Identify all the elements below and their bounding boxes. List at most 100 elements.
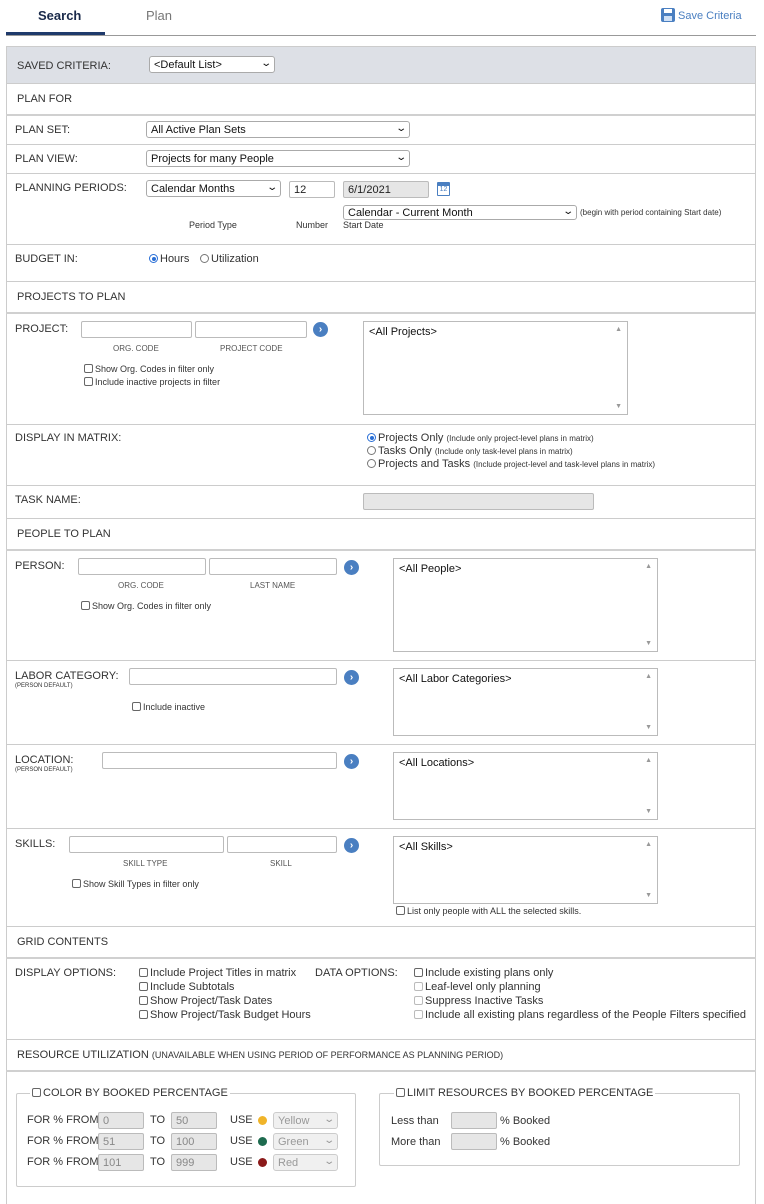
display-options-label: DISPLAY OPTIONS: bbox=[15, 967, 117, 979]
labor-search-arrow-icon[interactable]: › bbox=[344, 670, 359, 685]
projects-list[interactable]: <All Projects> ▲ ▼ bbox=[363, 321, 628, 415]
start-date-caption: Start Date bbox=[343, 220, 384, 230]
task-name-input[interactable] bbox=[363, 493, 594, 510]
labor-category-label: LABOR CATEGORY: bbox=[15, 670, 119, 682]
include-project-titles-checkbox[interactable]: Include Project Titles in matrix bbox=[139, 967, 296, 979]
person-org-code-caption: ORG. CODE bbox=[118, 581, 164, 590]
include-all-existing-plans-checkbox[interactable]: Include all existing plans regardless of… bbox=[414, 1009, 746, 1021]
row3-to-label: TO bbox=[150, 1156, 166, 1168]
tab-plan[interactable]: Plan bbox=[146, 8, 172, 23]
plan-for-header: PLAN FOR bbox=[17, 93, 73, 105]
show-task-dates-checkbox[interactable]: Show Project/Task Dates bbox=[139, 995, 272, 1007]
plan-set-select[interactable]: All Active Plan Sets ⌄ bbox=[146, 121, 410, 138]
leaf-level-planning-checkbox[interactable]: Leaf-level only planning bbox=[414, 981, 541, 993]
locations-list[interactable]: <All Locations> ▲ ▼ bbox=[393, 752, 658, 820]
row1-from-input[interactable]: 0 bbox=[98, 1112, 144, 1129]
include-subtotals-checkbox[interactable]: Include Subtotals bbox=[139, 981, 234, 993]
skill-caption: SKILL bbox=[270, 859, 292, 868]
row1-color-select[interactable]: Yellow ⌄ bbox=[273, 1112, 338, 1129]
projects-only-radio[interactable]: Projects Only (Include only project-leve… bbox=[367, 432, 594, 444]
row2-from-input[interactable]: 51 bbox=[98, 1133, 144, 1150]
existing-plans-only-checkbox[interactable]: Include existing plans only bbox=[414, 967, 553, 979]
row3-to-input[interactable]: 999 bbox=[171, 1154, 217, 1171]
less-than-label: Less than bbox=[391, 1115, 439, 1127]
project-org-code-input[interactable] bbox=[81, 321, 192, 338]
start-date-input[interactable]: 6/1/2021 bbox=[343, 181, 429, 198]
person-org-code-input[interactable] bbox=[78, 558, 206, 575]
show-org-codes-checkbox[interactable]: Show Org. Codes in filter only bbox=[84, 364, 214, 374]
tab-search[interactable]: Search bbox=[38, 8, 81, 23]
labor-person-default-caption: (PERSON DEFAULT) bbox=[15, 683, 73, 689]
period-number-input[interactable]: 12 bbox=[289, 181, 335, 198]
budget-utilization-radio[interactable]: Utilization bbox=[200, 253, 259, 265]
show-skill-types-checkbox[interactable]: Show Skill Types in filter only bbox=[72, 879, 199, 889]
budget-in-label: BUDGET IN: bbox=[15, 253, 78, 265]
row2-to-input[interactable]: 100 bbox=[171, 1133, 217, 1150]
skills-search-arrow-icon[interactable]: › bbox=[344, 838, 359, 853]
person-last-name-input[interactable] bbox=[209, 558, 337, 575]
plan-set-label: PLAN SET: bbox=[15, 124, 71, 136]
list-all-skills-checkbox[interactable]: List only people with ALL the selected s… bbox=[396, 906, 581, 916]
row2-use-label: USE bbox=[230, 1135, 253, 1147]
row3-from-input[interactable]: 101 bbox=[98, 1154, 144, 1171]
less-than-booked-label: % Booked bbox=[500, 1115, 551, 1127]
row2-color-select[interactable]: Green ⌄ bbox=[273, 1133, 338, 1150]
saved-criteria-label: SAVED CRITERIA: bbox=[17, 60, 111, 72]
labor-include-inactive-checkbox[interactable]: Include inactive bbox=[132, 702, 205, 712]
data-options-label: DATA OPTIONS: bbox=[315, 967, 398, 979]
row2-for-label: FOR % FROM bbox=[27, 1135, 99, 1147]
person-show-org-codes-checkbox[interactable]: Show Org. Codes in filter only bbox=[81, 601, 211, 611]
skill-type-input[interactable] bbox=[69, 836, 224, 853]
period-type-select[interactable]: Calendar Months ⌄ bbox=[146, 180, 281, 197]
labor-categories-list[interactable]: <All Labor Categories> ▲ ▼ bbox=[393, 668, 658, 736]
skill-input[interactable] bbox=[227, 836, 337, 853]
row3-use-label: USE bbox=[230, 1156, 253, 1168]
people-list[interactable]: <All People> ▲ ▼ bbox=[393, 558, 658, 652]
saved-criteria-select[interactable]: <Default List> ⌄ bbox=[149, 56, 275, 73]
location-person-default-caption: (PERSON DEFAULT) bbox=[15, 767, 73, 773]
row1-use-label: USE bbox=[230, 1114, 253, 1126]
planning-periods-label: PLANNING PERIODS: bbox=[15, 182, 127, 194]
save-criteria-button[interactable]: Save Criteria bbox=[661, 8, 742, 22]
project-code-input[interactable] bbox=[195, 321, 307, 338]
calendar-icon[interactable]: 12 bbox=[437, 182, 450, 196]
limit-resources-checkbox[interactable]: LIMIT RESOURCES BY BOOKED PERCENTAGE bbox=[394, 1087, 656, 1099]
less-than-input[interactable] bbox=[451, 1112, 497, 1129]
location-label: LOCATION: bbox=[15, 754, 74, 766]
limit-resources-fieldset bbox=[379, 1093, 740, 1166]
start-option-select[interactable]: Calendar - Current Month ⌄ bbox=[343, 205, 577, 220]
labor-category-input[interactable] bbox=[129, 668, 337, 685]
plan-view-select[interactable]: Projects for many People ⌄ bbox=[146, 150, 410, 167]
project-search-arrow-icon[interactable]: › bbox=[313, 322, 328, 337]
location-input[interactable] bbox=[102, 752, 337, 769]
location-search-arrow-icon[interactable]: › bbox=[344, 754, 359, 769]
saved-criteria-bar bbox=[7, 47, 755, 83]
row2-to-label: TO bbox=[150, 1135, 166, 1147]
more-than-label: More than bbox=[391, 1136, 441, 1148]
row1-to-label: TO bbox=[150, 1114, 166, 1126]
period-type-caption: Period Type bbox=[189, 220, 237, 230]
skills-list[interactable]: <All Skills> ▲ ▼ bbox=[393, 836, 658, 904]
more-than-input[interactable] bbox=[451, 1133, 497, 1150]
person-search-arrow-icon[interactable]: › bbox=[344, 560, 359, 575]
more-than-booked-label: % Booked bbox=[500, 1136, 551, 1148]
number-caption: Number bbox=[296, 220, 329, 230]
person-label: PERSON: bbox=[15, 560, 65, 572]
resource-utilization-header: RESOURCE UTILIZATION (UNAVAILABLE WHEN U… bbox=[17, 1049, 504, 1061]
project-code-caption: PROJECT CODE bbox=[220, 344, 283, 353]
row1-color-dot bbox=[258, 1116, 267, 1125]
projects-and-tasks-radio[interactable]: Projects and Tasks (Include project-leve… bbox=[367, 458, 655, 470]
tasks-only-radio[interactable]: Tasks Only (Include only task-level plan… bbox=[367, 445, 573, 457]
show-budget-hours-checkbox[interactable]: Show Project/Task Budget Hours bbox=[139, 1009, 311, 1021]
tab-bar-line bbox=[6, 35, 756, 36]
color-by-booked-checkbox[interactable]: COLOR BY BOOKED PERCENTAGE bbox=[30, 1087, 230, 1099]
include-inactive-projects-checkbox[interactable]: Include inactive projects in filter bbox=[84, 377, 220, 387]
row3-color-select[interactable]: Red ⌄ bbox=[273, 1154, 338, 1171]
suppress-inactive-tasks-checkbox[interactable]: Suppress Inactive Tasks bbox=[414, 995, 543, 1007]
start-option-note: (begin with period containing Start date… bbox=[580, 208, 722, 217]
skills-label: SKILLS: bbox=[15, 838, 56, 850]
project-label: PROJECT: bbox=[15, 323, 69, 335]
row1-to-input[interactable]: 50 bbox=[171, 1112, 217, 1129]
budget-hours-radio[interactable]: Hours bbox=[149, 253, 189, 265]
org-code-caption: ORG. CODE bbox=[113, 344, 159, 353]
